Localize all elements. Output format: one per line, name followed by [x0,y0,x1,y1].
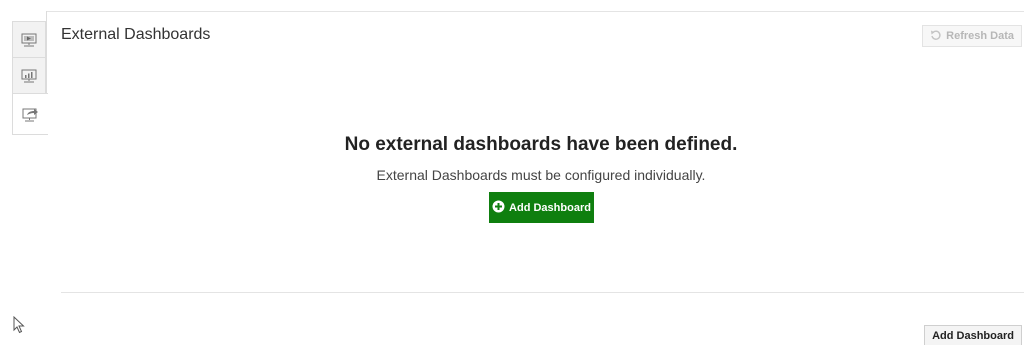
footer-add-dashboard-button[interactable]: Add Dashboard [924,325,1022,345]
monitor-share-icon [21,105,41,123]
refresh-data-button[interactable]: Refresh Data [922,25,1022,47]
sidebar-tab-external-dashboards[interactable] [12,93,48,135]
monitor-play-icon [20,32,38,48]
refresh-icon [930,29,942,44]
sidebar-tab-reports[interactable] [12,57,46,93]
add-dashboard-label: Add Dashboard [509,201,591,214]
footer-divider [61,292,1024,293]
mouse-pointer-icon [13,315,25,339]
add-dashboard-button[interactable]: Add Dashboard [489,192,594,223]
page-title: External Dashboards [61,26,211,43]
empty-state-subtext: External Dashboards must be configured i… [376,167,706,183]
plus-circle-icon [492,200,505,216]
refresh-data-label: Refresh Data [946,30,1014,42]
sidebar-tab-dashboards[interactable] [12,21,46,57]
empty-state-heading: No external dashboards have been defined… [344,134,738,155]
header-divider [47,11,1024,12]
monitor-chart-icon [20,68,38,84]
page: External Dashboards Refresh Data No exte… [0,0,1028,345]
